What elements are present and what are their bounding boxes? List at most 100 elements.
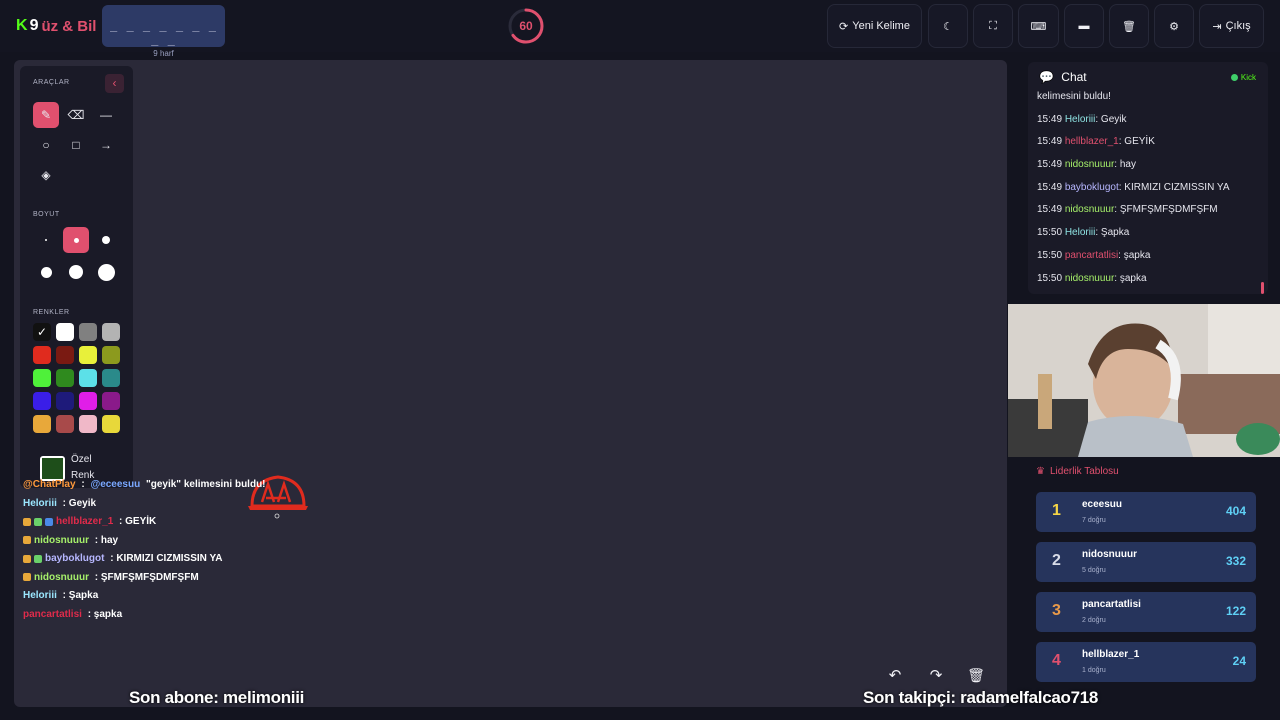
canvas-chat-text: : Geyik (59, 497, 97, 509)
leaderboard-name: hellblazer_1 (1082, 649, 1140, 660)
kick-logo-icon: K (16, 17, 28, 34)
app-name: üz & Bil (41, 17, 97, 35)
chat-message-time: 15:49 (1037, 204, 1065, 216)
color-swatch[interactable] (102, 346, 120, 364)
canvas-chat-mention: @eceesuu (90, 479, 141, 490)
keyboard-button[interactable]: ⌨ (1018, 4, 1059, 48)
color-swatch-grid: ✓ (33, 323, 123, 435)
pen-tool-button[interactable]: ✎ (33, 102, 59, 128)
chat-message-text: : şapka (1114, 272, 1147, 284)
badge-icon (23, 536, 31, 544)
chat-message-user: hellblazer_1 (1064, 136, 1119, 148)
chat-message-text: : Şapka (1095, 227, 1130, 239)
drawing-canvas[interactable] (14, 60, 1007, 707)
color-swatch[interactable]: ✓ (33, 323, 51, 341)
logout-icon: ⇥ (1212, 20, 1222, 33)
platform-status: Kick (1230, 73, 1256, 82)
leaderboard-row: 1 eceesuu 7 doğru 404 (1036, 492, 1256, 532)
canvas-chat-line: Heloriii : Şapka (23, 590, 98, 601)
canvas-chat-user: nidosnuuur (34, 534, 89, 546)
leaderboard-score: 122 (1225, 604, 1246, 618)
canvas-chat-text: : (78, 479, 88, 490)
chat-message-text: kelimesini buldu! (1037, 91, 1111, 102)
color-swatch[interactable] (33, 392, 51, 410)
arrow-icon: → (100, 138, 112, 152)
redo-button[interactable]: ↷ (919, 659, 953, 691)
color-swatch[interactable] (79, 346, 97, 364)
leaderboard-rank: 3 (1052, 602, 1061, 619)
badge-icon (34, 517, 42, 526)
color-swatch[interactable] (33, 369, 51, 387)
color-swatch[interactable] (102, 415, 120, 433)
color-swatch[interactable] (102, 323, 120, 341)
color-swatch[interactable] (79, 323, 97, 341)
size-dot (69, 265, 83, 279)
fullscreen-button[interactable]: ⛶ (973, 4, 1013, 48)
size-option-3[interactable] (93, 227, 119, 253)
paint-bucket-icon: ◈ (41, 168, 51, 182)
delete-button[interactable]: 🗑 (1109, 4, 1149, 48)
archive-icon: ▬ (1078, 20, 1090, 32)
trash-icon: 🗑 (967, 666, 985, 683)
word-length: 9 harf (153, 49, 174, 58)
canvas-chat-line: bayboklugot : KIRMIZI CIZMISSIN YA (23, 553, 222, 564)
leaderboard-title: Liderlik Tablosu (1049, 466, 1119, 477)
fill-tool-button[interactable]: ◈ (33, 162, 59, 188)
chat-message-user: nidosnuuur (1064, 204, 1115, 216)
collapse-panel-button[interactable]: ‹ (105, 74, 124, 93)
leaderboard-row: 2 nidosnuuur 5 doğru 332 (1036, 542, 1256, 582)
canvas-chat-line: Heloriii : Geyik (23, 498, 96, 509)
size-title: BOYUT (33, 211, 60, 218)
chat-message-text: : ŞFMFŞMFŞDMFŞFM (1114, 204, 1218, 216)
color-swatch[interactable] (79, 392, 97, 410)
chevron-left-icon: ‹ (112, 76, 117, 90)
circle-tool-button[interactable]: ○ (33, 132, 59, 158)
line-tool-button[interactable]: — (93, 102, 119, 128)
color-swatch[interactable] (56, 369, 74, 387)
new-word-button[interactable]: ⟳ Yeni Kelime (827, 4, 922, 48)
canvas-chat-user: @ChatPlay (23, 479, 76, 490)
badge-icon (34, 554, 42, 563)
settings-button[interactable]: ⚙ (1154, 4, 1194, 48)
arrow-tool-button[interactable]: → (93, 132, 119, 158)
archive-button[interactable]: ▬ (1064, 4, 1104, 48)
size-option-6[interactable] (93, 259, 119, 285)
color-swatch[interactable] (56, 323, 74, 341)
tools-title: ARAÇLAR (33, 79, 70, 86)
canvas-chat-text: : hay (92, 534, 119, 546)
canvas-chat-user: bayboklugot (45, 553, 105, 564)
color-swatch[interactable] (79, 415, 97, 433)
eraser-tool-button[interactable]: ⌫ (63, 102, 89, 128)
size-option-2[interactable] (63, 227, 89, 253)
canvas-chat-line: pancartatlisi : şapka (23, 609, 122, 620)
rectangle-tool-button[interactable]: □ (63, 132, 89, 158)
size-dot (102, 236, 110, 244)
chat-message: 15:49 nidosnuuur: hay (1037, 154, 1257, 177)
size-dot (73, 237, 79, 243)
color-swatch[interactable] (102, 392, 120, 410)
color-swatch[interactable] (56, 346, 74, 364)
chat-message-time: 15:50 (1037, 249, 1065, 261)
color-swatch[interactable] (33, 415, 51, 433)
color-swatch[interactable] (102, 369, 120, 387)
theme-toggle-button[interactable]: ☾ (928, 4, 968, 48)
undo-button[interactable]: ↶ (878, 659, 912, 691)
color-swatch[interactable] (33, 346, 51, 364)
chat-message-user: Heloriii (1064, 113, 1096, 125)
chat-message: 15:49 hellblazer_1: GEYİK (1037, 131, 1257, 154)
size-option-5[interactable] (63, 259, 89, 285)
custom-color-button[interactable] (40, 456, 65, 481)
badge-icon (45, 517, 53, 526)
refresh-icon: ⟳ (839, 20, 849, 33)
fullscreen-icon: ⛶ (989, 19, 997, 32)
color-swatch[interactable] (79, 369, 97, 387)
line-icon: — (100, 108, 112, 122)
size-option-1[interactable] (33, 227, 59, 253)
color-swatch[interactable] (56, 392, 74, 410)
clear-canvas-button[interactable]: 🗑 (959, 659, 993, 691)
size-option-4[interactable] (33, 259, 59, 285)
color-swatch[interactable] (56, 415, 74, 433)
leaderboard-name: nidosnuuur (1082, 549, 1137, 560)
chat-scrollbar[interactable] (1261, 282, 1264, 294)
exit-button[interactable]: ⇥ Çıkış (1199, 4, 1264, 48)
